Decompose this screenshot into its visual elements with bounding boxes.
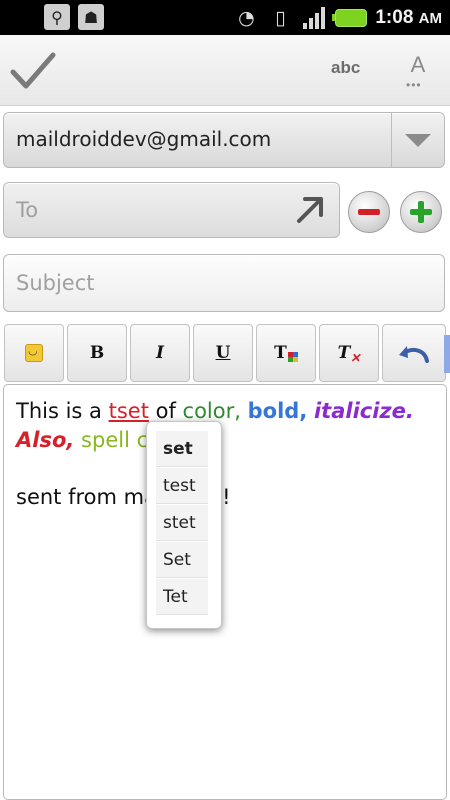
clock-ampm: AM: [418, 10, 442, 27]
chevron-down-icon[interactable]: [391, 113, 444, 167]
battery-icon: [332, 9, 368, 27]
to-field[interactable]: To: [3, 182, 340, 238]
clock: 1:08 AM: [375, 7, 442, 29]
status-icons-right: ◔ ▯ 1:08 AM: [233, 4, 442, 32]
smiley-icon: [25, 344, 43, 362]
android-debug-icon: ☗: [78, 4, 104, 30]
suggestion-item[interactable]: Set: [156, 542, 208, 578]
contact-picker-icon[interactable]: [293, 191, 329, 227]
message-body-editor[interactable]: This is a tset of color, bold, italicize…: [3, 384, 447, 800]
to-placeholder: To: [16, 198, 39, 222]
spell-word: spell c: [81, 428, 149, 452]
italic-button[interactable]: I: [130, 324, 190, 382]
undo-icon: [399, 346, 429, 363]
clear-format-button[interactable]: T ✕: [319, 324, 379, 382]
subject-field[interactable]: Subject: [3, 254, 445, 312]
minus-icon: [358, 209, 380, 215]
clear-x-icon: ✕: [350, 351, 361, 365]
signal-icon: [301, 5, 327, 31]
plus-icon-vertical: [418, 201, 424, 223]
toolbar-scroll-indicator: [444, 335, 450, 373]
suggestion-item[interactable]: Tet: [156, 579, 208, 615]
body-paragraph-1: This is a tset of color, bold, italicize…: [16, 397, 436, 455]
suggestion-item[interactable]: test: [156, 468, 208, 504]
clock-time: 1:08: [375, 7, 414, 28]
colored-word: color,: [182, 399, 241, 423]
bold-word: bold,: [247, 399, 308, 423]
add-recipient-button[interactable]: [400, 191, 442, 233]
account-selector[interactable]: maildroiddev@gmail.com: [3, 112, 445, 168]
underline-button[interactable]: U: [193, 324, 253, 382]
bold-button[interactable]: B: [67, 324, 127, 382]
wifi-icon: ◔: [238, 7, 255, 29]
format-toolbar: B I U T T ✕: [0, 320, 450, 386]
vibrate-icon: ▯: [275, 7, 286, 29]
body-text-segment: [307, 399, 314, 423]
status-bar: ⚲ ☗ ◔ ▯ 1:08 AM: [0, 0, 450, 35]
body-text-segment: [241, 399, 248, 423]
more-dots-icon: •••: [406, 78, 422, 92]
check-icon[interactable]: [8, 45, 58, 95]
also-word: Also,: [16, 428, 75, 452]
message-body-text: This is a tset of color, bold, italicize…: [16, 397, 436, 512]
suggestion-item[interactable]: stet: [156, 505, 208, 541]
clear-format-label: T: [337, 343, 351, 363]
font-button-label: A: [410, 52, 426, 77]
remove-recipient-button[interactable]: [348, 191, 390, 233]
italic-label: I: [156, 343, 164, 363]
italic-word: italicize.: [313, 399, 414, 423]
body-text-segment: of: [148, 399, 183, 423]
compose-toolbar: abc A •••: [0, 35, 450, 106]
suggestion-item[interactable]: set: [156, 431, 208, 467]
color-swatch-icon: [287, 352, 298, 362]
misspelled-word[interactable]: tset: [109, 399, 149, 423]
font-button[interactable]: A •••: [404, 52, 432, 92]
underline-label: U: [215, 343, 231, 363]
bold-label: B: [89, 343, 105, 363]
text-color-label: T: [274, 343, 287, 363]
spell-suggestions-popup: set test stet Set Tet: [146, 421, 222, 629]
subject-placeholder: Subject: [16, 271, 95, 295]
body-text-segment: This is a: [16, 399, 109, 423]
status-icons-left: ⚲ ☗: [44, 4, 104, 30]
emoji-button[interactable]: [4, 324, 64, 382]
text-color-button[interactable]: T: [256, 324, 316, 382]
signature-line: sent from maildroid!: [16, 485, 231, 509]
spellcheck-button[interactable]: abc: [331, 58, 360, 78]
usb-icon: ⚲: [44, 4, 70, 30]
account-email: maildroiddev@gmail.com: [16, 127, 272, 151]
undo-button[interactable]: [382, 324, 446, 382]
